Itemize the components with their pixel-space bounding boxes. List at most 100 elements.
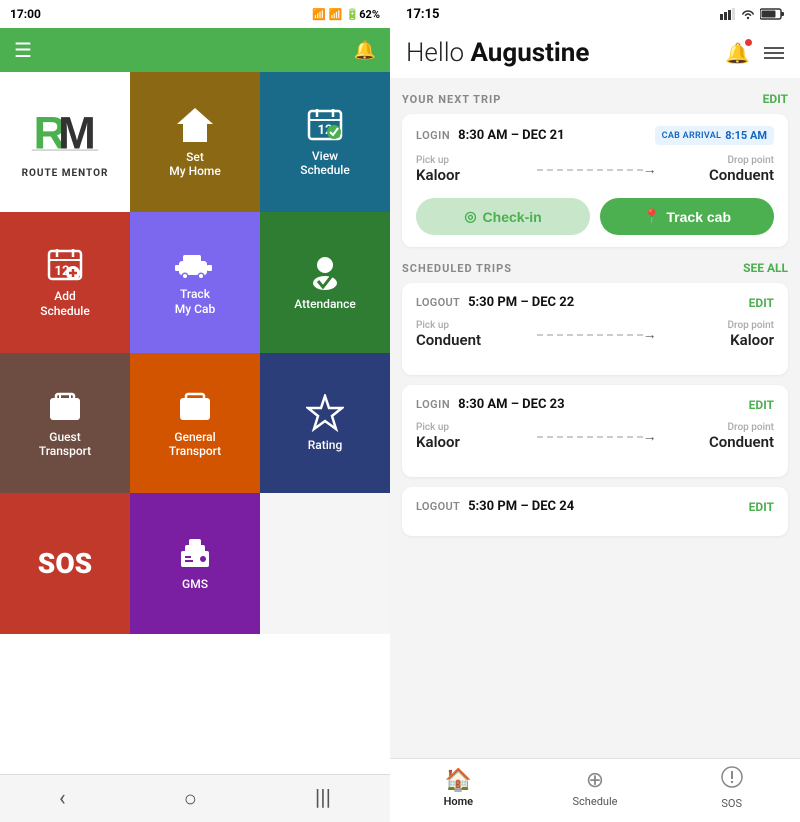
add-schedule-label: AddSchedule	[40, 289, 90, 318]
trip-3-meta: LOGOUT 5:30 PM – DEC 24 EDIT	[416, 499, 774, 514]
trip-login-time: 8:30 AM – DEC 21	[458, 128, 564, 143]
view-schedule-button[interactable]: 12 ViewSchedule	[260, 72, 390, 212]
recent-button[interactable]: |||	[295, 780, 351, 817]
right-phone: 17:15 Hello Augustine 🔔 YOUR NEXT	[390, 0, 800, 822]
scheduled-trip-2: LOGIN 8:30 AM – DEC 23 EDIT Pick up Kalo…	[402, 385, 788, 477]
sos-button[interactable]: SOS	[0, 493, 130, 633]
bell-container: 🔔	[725, 41, 750, 65]
track-cab-icon	[175, 249, 215, 281]
tab-schedule[interactable]: ⊕ Schedule	[527, 762, 664, 814]
checkin-icon: ◎	[464, 208, 476, 225]
trip-1-time: 5:30 PM – DEC 22	[468, 295, 574, 310]
gms-button[interactable]: GMS	[130, 493, 260, 633]
scheduled-title: SCHEDULED TRIPS	[402, 262, 512, 275]
time-left: 17:00	[10, 7, 41, 21]
trip-3-info: LOGOUT 5:30 PM – DEC 24	[416, 499, 574, 514]
trip-meta-row: LOGIN 8:30 AM – DEC 21 CAB ARRIVAL 8:15 …	[416, 126, 774, 145]
back-button[interactable]: ‹	[39, 780, 86, 817]
trip-2-line: →	[531, 436, 658, 438]
add-schedule-button[interactable]: 12 AddSchedule	[0, 212, 130, 352]
trip-2-pickup: Pick up Kaloor	[416, 422, 531, 451]
next-trip-title: YOUR NEXT TRIP	[402, 93, 501, 106]
see-all-button[interactable]: SEE ALL	[743, 261, 788, 275]
arrow-icon-1: →	[643, 326, 657, 343]
trip-actions: ◎ Check-in 📍 Track cab	[416, 198, 774, 235]
track-cab-button[interactable]: TrackMy Cab	[130, 212, 260, 352]
next-trip-edit[interactable]: EDIT	[763, 92, 788, 106]
checkin-button[interactable]: ◎ Check-in	[416, 198, 590, 235]
sos-label: SOS	[38, 547, 92, 581]
pickup-label: Pick up	[416, 155, 531, 166]
guest-transport-label: GuestTransport	[39, 430, 91, 459]
track-cab-button-right[interactable]: 📍 Track cab	[600, 198, 774, 235]
route-mentor-logo: R M	[30, 105, 100, 160]
track-cab-label: TrackMy Cab	[175, 287, 215, 316]
attendance-button[interactable]: Attendance	[260, 212, 390, 352]
trip-3-type: LOGOUT	[416, 500, 460, 513]
pickup-section: Pick up Kaloor	[416, 155, 531, 184]
arrow-icon: →	[643, 161, 657, 178]
sos-tab-label: SOS	[721, 797, 742, 810]
trip-2-info: LOGIN 8:30 AM – DEC 23	[416, 397, 565, 412]
trip-2-edit[interactable]: EDIT	[749, 398, 774, 412]
menu-grid: R M ROUTE MENTOR SetMy Home 12	[0, 72, 390, 774]
general-transport-button[interactable]: GeneralTransport	[130, 353, 260, 493]
general-transport-icon	[176, 388, 214, 424]
status-bar-left: 17:00 📶 📶 🔋62%	[0, 0, 390, 28]
bottom-tab-bar: 🏠 Home ⊕ Schedule SOS	[390, 758, 800, 822]
set-home-button[interactable]: SetMy Home	[130, 72, 260, 212]
rating-label: Rating	[308, 438, 343, 452]
cab-arrival-badge: CAB ARRIVAL 8:15 AM	[655, 126, 774, 145]
trip-2-time: 8:30 AM – DEC 23	[458, 397, 564, 412]
next-trip-header: YOUR NEXT TRIP EDIT	[402, 92, 788, 106]
trip-1-drop: Drop point Kaloor	[659, 320, 774, 349]
status-icons-right	[720, 8, 784, 20]
gms-label: GMS	[182, 577, 208, 591]
trip-3-edit[interactable]: EDIT	[749, 500, 774, 514]
drop-value: Conduent	[659, 166, 774, 184]
add-schedule-icon: 12	[47, 247, 83, 283]
logo-cell: R M ROUTE MENTOR	[0, 72, 130, 212]
schedule-tab-icon: ⊕	[586, 768, 604, 793]
pickup-value: Kaloor	[416, 166, 531, 184]
guest-transport-icon	[46, 388, 84, 424]
status-bar-right: 17:15	[390, 0, 800, 28]
scheduled-trip-1: LOGOUT 5:30 PM – DEC 22 EDIT Pick up Con…	[402, 283, 788, 375]
home-tab-icon: 🏠	[445, 768, 472, 793]
trip-2-drop: Drop point Conduent	[659, 422, 774, 451]
set-home-label: SetMy Home	[169, 150, 221, 179]
view-schedule-label: ViewSchedule	[300, 149, 350, 178]
sos-tab-icon	[720, 765, 744, 795]
home-icon	[175, 106, 215, 144]
trip-1-edit[interactable]: EDIT	[749, 296, 774, 310]
trip-type-login: LOGIN	[416, 129, 450, 142]
attendance-label: Attendance	[294, 297, 356, 311]
trip-1-type: LOGOUT	[416, 296, 460, 309]
green-header: ☰ 🔔	[0, 28, 390, 72]
location-icon: 📍	[643, 208, 660, 225]
right-header: Hello Augustine 🔔	[390, 28, 800, 78]
bell-icon-left[interactable]: 🔔	[354, 40, 376, 61]
trip-1-info: LOGOUT 5:30 PM – DEC 22	[416, 295, 574, 310]
next-trip-card: LOGIN 8:30 AM – DEC 21 CAB ARRIVAL 8:15 …	[402, 114, 788, 247]
trip-2-route: Pick up Kaloor → Drop point Conduent	[416, 422, 774, 451]
schedule-icon: 12	[307, 107, 343, 143]
scheduled-trip-3: LOGOUT 5:30 PM – DEC 24 EDIT	[402, 487, 788, 536]
attendance-icon	[306, 253, 344, 291]
rating-icon	[306, 394, 344, 432]
menu-icon[interactable]	[764, 47, 784, 59]
rating-button[interactable]: Rating	[260, 353, 390, 493]
drop-label: Drop point	[659, 155, 774, 166]
hamburger-menu[interactable]: ☰	[14, 38, 32, 62]
tab-home[interactable]: 🏠 Home	[390, 762, 527, 814]
main-scroll: YOUR NEXT TRIP EDIT LOGIN 8:30 AM – DEC …	[390, 78, 800, 822]
home-button-left[interactable]: ○	[164, 780, 217, 818]
trip-1-route: Pick up Conduent → Drop point Kaloor	[416, 320, 774, 349]
trip-1-meta: LOGOUT 5:30 PM – DEC 22 EDIT	[416, 295, 774, 310]
left-phone: 17:00 📶 📶 🔋62% ☰ 🔔 R M ROUTE MENTOR	[0, 0, 390, 822]
scheduled-trips-header: SCHEDULED TRIPS SEE ALL	[402, 261, 788, 275]
tab-sos[interactable]: SOS	[663, 759, 800, 816]
svg-text:M: M	[58, 107, 96, 158]
greeting-text: Hello Augustine	[406, 38, 589, 68]
guest-transport-button[interactable]: GuestTransport	[0, 353, 130, 493]
